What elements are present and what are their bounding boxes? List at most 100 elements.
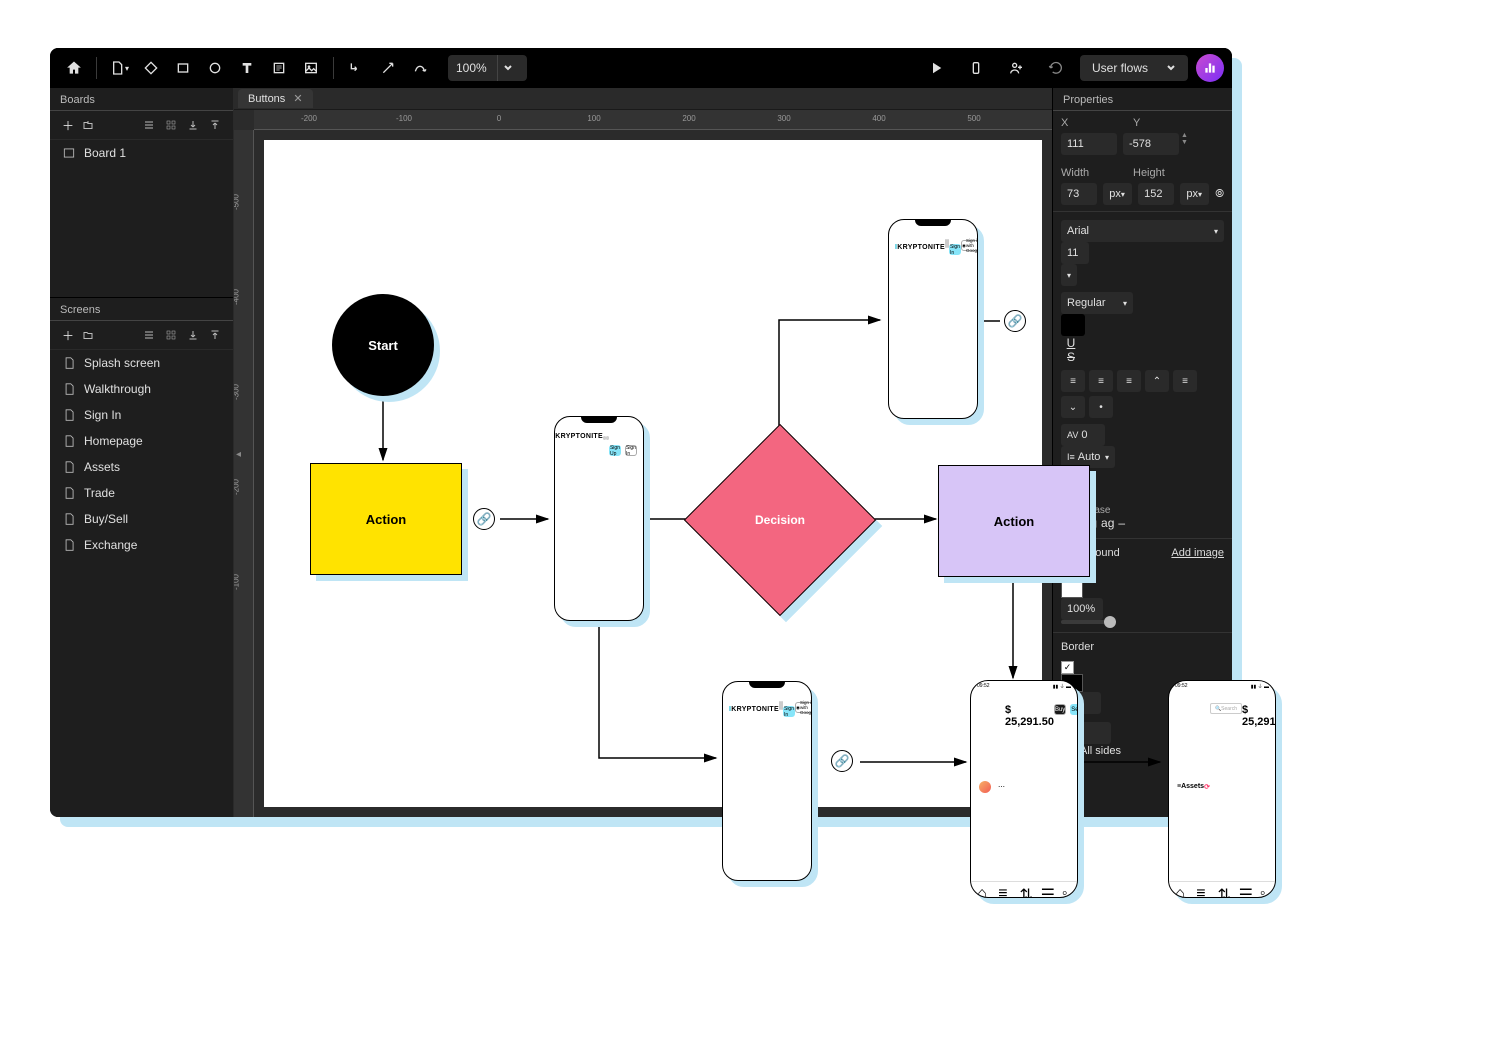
text-tool-icon[interactable]	[234, 55, 260, 81]
signin-button[interactable]: Sign In	[625, 445, 637, 456]
height-unit[interactable]: px ▾	[1180, 183, 1209, 205]
align-right-icon[interactable]: ≡	[1117, 370, 1141, 392]
phone-signin-bottom[interactable]: IKRYPTONITE Sign In ◉ Sign in with Googl…	[722, 681, 812, 881]
align-left-icon[interactable]: ≡	[1061, 370, 1085, 392]
letter-spacing-field[interactable]: AV0	[1061, 424, 1105, 446]
file-new-icon[interactable]: ▾	[106, 55, 132, 81]
screen-item[interactable]: Assets	[50, 454, 233, 480]
font-family-select[interactable]: Arial▾	[1061, 220, 1224, 242]
width-unit[interactable]: px ▾	[1103, 183, 1132, 205]
chevron-down-icon[interactable]	[497, 55, 519, 81]
image-tool-icon[interactable]	[298, 55, 324, 81]
download-icon[interactable]	[183, 115, 203, 135]
screen-item[interactable]: Walkthrough	[50, 376, 233, 402]
font-weight-select[interactable]: Regular▾	[1061, 292, 1133, 314]
google-signin-button[interactable]: ◉ Sign in with Google	[961, 240, 978, 251]
phone-signin-top[interactable]: IKRYPTONITE Sign In ◉ Sign in with Googl…	[888, 219, 978, 419]
list-view-icon[interactable]	[139, 325, 159, 345]
sell-button[interactable]: Sell	[1070, 704, 1078, 715]
height-field[interactable]: 152	[1138, 183, 1174, 205]
nav-user-icon[interactable]: ☰	[1239, 885, 1248, 894]
screen-item[interactable]: Buy/Sell	[50, 506, 233, 532]
nav-home-icon[interactable]: ⌂	[1175, 885, 1184, 894]
add-screen-icon[interactable]: ＋	[58, 325, 78, 345]
font-size-caret[interactable]: ▾	[1061, 264, 1077, 286]
case-lower[interactable]: ag	[1101, 516, 1114, 530]
nav-more-icon[interactable]: ◦	[1260, 885, 1269, 894]
shape-circle-icon[interactable]	[202, 55, 228, 81]
screen-item[interactable]: Sign In	[50, 402, 233, 428]
phone-walkthrough[interactable]: IKRYPTONITE Sign Up Sign In	[554, 416, 644, 621]
valign-top-icon[interactable]: ⌃	[1145, 370, 1169, 392]
valign-mid-icon[interactable]: ≡	[1173, 370, 1197, 392]
screen-item[interactable]: Homepage	[50, 428, 233, 454]
undo-history-icon[interactable]	[1043, 55, 1069, 81]
google-signin-button[interactable]: ◉ Sign in with Google	[795, 702, 812, 713]
grid-view-icon[interactable]	[161, 325, 181, 345]
page-selector[interactable]: User flows	[1080, 55, 1188, 81]
link-icon[interactable]: 🔗	[1004, 310, 1026, 332]
bg-color-swatch[interactable]	[1061, 580, 1083, 598]
underline-icon[interactable]: U	[1061, 336, 1081, 350]
grid-view-icon[interactable]	[161, 115, 181, 135]
close-tab-icon[interactable]: ✕	[293, 92, 302, 105]
upload-icon[interactable]	[205, 325, 225, 345]
signin-button[interactable]: Sign In	[949, 244, 961, 255]
bg-opacity-slider[interactable]	[1061, 620, 1111, 624]
valign-bot-icon[interactable]: ⌄	[1061, 396, 1085, 418]
nav-trade-icon[interactable]: ⇅	[1019, 885, 1028, 894]
link-icon[interactable]: 🔗	[831, 750, 853, 772]
import-icon[interactable]	[78, 115, 98, 135]
screen-item[interactable]: Exchange	[50, 532, 233, 558]
link-dims-icon[interactable]: ⦾	[1215, 183, 1224, 205]
home-icon[interactable]	[61, 55, 87, 81]
case-none[interactable]: –	[1118, 516, 1125, 530]
import-screen-icon[interactable]	[78, 325, 98, 345]
add-user-icon[interactable]	[1003, 55, 1029, 81]
add-image-link[interactable]: Add image	[1171, 547, 1224, 559]
text-color-swatch[interactable]	[1061, 314, 1085, 336]
buy-button[interactable]: Buy	[1054, 704, 1066, 715]
connector-line-icon[interactable]	[375, 55, 401, 81]
nav-chart-icon[interactable]: ≡	[1196, 885, 1205, 894]
nav-home-icon[interactable]: ⌂	[977, 885, 986, 894]
device-icon[interactable]	[963, 55, 989, 81]
list-bullets-icon[interactable]: •	[1089, 396, 1113, 418]
phone-dashboard[interactable]: 09:52▮▮ ⏚ ▬ ⋯ $ 25,291.50 Buy Sell Watch…	[970, 680, 1078, 898]
list-view-icon[interactable]	[139, 115, 159, 135]
upload-icon[interactable]	[205, 115, 225, 135]
flow-decision-node[interactable]: Decision	[712, 452, 848, 588]
note-icon[interactable]	[266, 55, 292, 81]
flow-action-node[interactable]: Action	[310, 463, 462, 575]
connector-curve-icon[interactable]	[407, 55, 433, 81]
page-grip-icon[interactable]: ◂	[236, 449, 239, 460]
link-icon[interactable]: 🔗	[473, 508, 495, 530]
shape-rect-icon[interactable]	[170, 55, 196, 81]
bg-opacity-field[interactable]: 100%	[1061, 598, 1103, 620]
nav-chart-icon[interactable]: ≡	[998, 885, 1007, 894]
nav-more-icon[interactable]: ◦	[1062, 885, 1071, 894]
avatar[interactable]	[1196, 54, 1224, 82]
nav-trade-icon[interactable]: ⇅	[1217, 885, 1226, 894]
phone-assets[interactable]: 09:52▮▮ ⏚ ▬ ≡Assets⟳ 🔍 Search $ 25,291.5…	[1168, 680, 1276, 898]
y-field[interactable]: -578	[1123, 133, 1179, 155]
board-item[interactable]: Board 1	[50, 140, 233, 166]
add-board-icon[interactable]: ＋	[58, 115, 78, 135]
stepper-y[interactable]: ▲▼	[1181, 133, 1188, 155]
x-field[interactable]: 111	[1061, 133, 1117, 155]
signup-button[interactable]: Sign Up	[609, 445, 621, 456]
font-size-field[interactable]: 11	[1061, 242, 1089, 264]
flow-start-node[interactable]: Start	[332, 294, 434, 396]
flow-action-node-2[interactable]: Action	[938, 465, 1090, 577]
play-icon[interactable]	[923, 55, 949, 81]
align-center-icon[interactable]: ≡	[1089, 370, 1113, 392]
zoom-selector[interactable]: 100%	[448, 55, 527, 81]
nav-user-icon[interactable]: ☰	[1041, 885, 1050, 894]
tab-buttons[interactable]: Buttons ✕	[238, 89, 313, 108]
border-enabled-checkbox[interactable]: ✓	[1061, 661, 1074, 674]
width-field[interactable]: 73	[1061, 183, 1097, 205]
connector-elbow-icon[interactable]	[343, 55, 369, 81]
download-icon[interactable]	[183, 325, 203, 345]
screen-item[interactable]: Trade	[50, 480, 233, 506]
screen-item[interactable]: Splash screen	[50, 350, 233, 376]
